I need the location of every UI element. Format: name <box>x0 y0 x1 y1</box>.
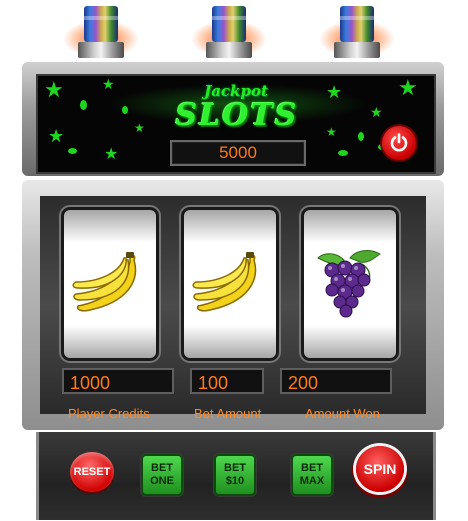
bet-max-line2: MAX <box>299 475 325 487</box>
star-icon: ★ <box>44 78 64 103</box>
bet-one-line1: BET <box>151 462 173 474</box>
power-button[interactable] <box>382 126 416 160</box>
confetti-dot <box>358 132 364 141</box>
bet-one-line2: ONE <box>150 475 174 487</box>
power-icon <box>390 133 408 152</box>
title-slots: SLOTS <box>175 98 299 133</box>
reel-1 <box>64 210 156 358</box>
amount-won-value: 200 <box>280 368 392 394</box>
bet-one-button[interactable]: BET ONE <box>143 456 181 494</box>
star-icon: ★ <box>104 144 119 163</box>
bet-ten-line2: $10 <box>225 475 245 487</box>
top-light-right <box>320 6 394 58</box>
bet-max-line1: BET <box>301 462 323 474</box>
player-credits-value: 1000 <box>62 368 174 394</box>
bet-amount-value: 100 <box>190 368 264 394</box>
top-light-left <box>64 6 138 58</box>
amount-won-label: Amount Won <box>305 406 380 421</box>
reel-3 <box>304 210 396 358</box>
bet-ten-button[interactable]: BET $10 <box>216 456 254 494</box>
spin-button[interactable]: SPIN <box>356 446 404 492</box>
confetti-dot <box>338 150 348 156</box>
top-light-center <box>192 6 266 58</box>
star-icon: ★ <box>398 76 418 101</box>
star-icon: ★ <box>370 105 383 121</box>
confetti-dot <box>80 100 87 110</box>
confetti-dot <box>68 148 77 154</box>
bet-amount-label: Bet Amount <box>194 406 262 421</box>
reset-button[interactable]: RESET <box>70 452 114 492</box>
bet-ten-line1: BET <box>224 462 246 474</box>
jackpot-display: 5000 <box>170 140 306 166</box>
star-icon: ★ <box>48 126 65 147</box>
bet-max-button[interactable]: BET MAX <box>293 456 331 494</box>
player-credits-label: Player Credits <box>68 406 150 421</box>
header-screen: ★ ★ ★ ★ ★ ★ ★ ★ ★ Jackpot SLOTS 5000 <box>36 74 436 174</box>
reel-2 <box>184 210 276 358</box>
